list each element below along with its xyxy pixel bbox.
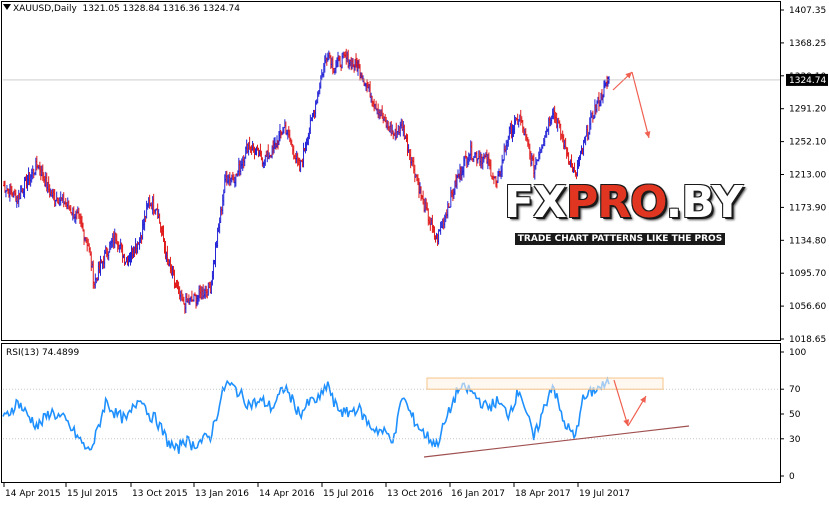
symbol-label: XAUUSD,Daily xyxy=(13,4,77,14)
price-panel[interactable] xyxy=(2,48,610,314)
price-axis-label: 1095.70 xyxy=(789,269,826,279)
arrow-shaft xyxy=(631,71,650,139)
price-axis-label: 1252.10 xyxy=(789,138,826,148)
time-axis-label: 19 Jul 2017 xyxy=(579,489,630,499)
price-axis-label: 1056.60 xyxy=(789,302,826,312)
price-arrow-up xyxy=(612,71,633,91)
price-axis-label: 1291.20 xyxy=(789,105,826,115)
arrow-head xyxy=(644,131,651,138)
rsi-line xyxy=(2,376,610,454)
price-header: XAUUSD,Daily 1321.05 1328.84 1316.36 132… xyxy=(3,4,240,14)
price-axis-label: 1134.80 xyxy=(789,236,826,246)
rsi-axis-label: 50 xyxy=(789,410,801,420)
rsi-arrow-up xyxy=(627,395,647,427)
time-axis-label: 15 Jul 2016 xyxy=(323,489,374,499)
rsi-axis-label: 0 xyxy=(789,472,795,482)
rsi-resistance-zone xyxy=(426,377,664,390)
time-axis-label: 14 Apr 2016 xyxy=(259,489,315,499)
rsi-trendline xyxy=(423,425,690,458)
time-axis-label: 14 Apr 2015 xyxy=(5,489,61,499)
price-axis-label: 1368.25 xyxy=(789,39,826,49)
time-axis-label: 18 Apr 2017 xyxy=(515,489,571,499)
time-axis-label: 13 Oct 2016 xyxy=(387,489,443,499)
time-axis-label: 13 Oct 2015 xyxy=(132,489,188,499)
rsi-label: RSI(13) 74.4899 xyxy=(6,348,80,358)
rsi-header: RSI(13) 74.4899 xyxy=(6,348,79,358)
price-axis-label: 1018.65 xyxy=(789,335,826,345)
price-bar xyxy=(90,251,93,272)
rsi-axis-label: 30 xyxy=(789,435,801,445)
time-axis-label: 15 Jul 2015 xyxy=(67,489,118,499)
annotation-layer xyxy=(423,71,690,458)
price-axis-label: 1213.00 xyxy=(789,171,826,181)
price-arrow-down xyxy=(631,71,651,139)
time-axis-label: 13 Jan 2016 xyxy=(195,489,249,499)
current-price-label: 1324.74 xyxy=(789,76,826,86)
chart-canvas[interactable]: 1407.351368.251330.101291.201252.101213.… xyxy=(0,0,829,504)
price-axis-label: 1173.90 xyxy=(789,203,826,213)
rsi-panel[interactable] xyxy=(2,376,780,454)
dropdown-triangle-icon xyxy=(3,4,11,10)
rsi-axis-label: 70 xyxy=(789,385,801,395)
ohlc-values: 1321.05 1328.84 1316.36 1324.74 xyxy=(82,4,240,14)
time-axis-label: 16 Jan 2017 xyxy=(451,489,505,499)
rsi-axis-label: 100 xyxy=(789,348,806,358)
price-frame xyxy=(1,1,781,341)
price-axis-label: 1407.35 xyxy=(789,6,826,16)
chart-window[interactable]: 1407.351368.251330.101291.201252.101213.… xyxy=(0,0,829,504)
